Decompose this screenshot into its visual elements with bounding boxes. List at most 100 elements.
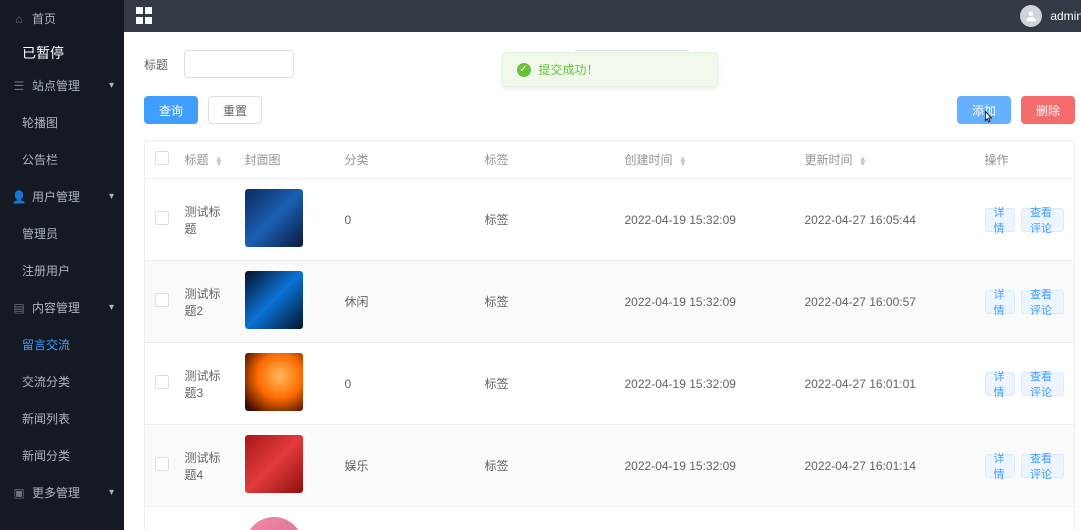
th-title[interactable]: 标题 ▲▼ [175, 141, 235, 179]
cell-created: 2022-04-27 16:06:14 [615, 507, 795, 530]
check-icon: ✓ [517, 63, 531, 77]
toast-text: 提交成功！ [539, 61, 599, 78]
home-icon: ⌂ [12, 12, 26, 26]
chevron-down-icon: ▾ [109, 302, 114, 313]
cell-created: 2022-04-19 15:32:09 [615, 261, 795, 343]
news-category-label: 新闻分类 [22, 447, 70, 464]
sidebar-item-more-mgmt[interactable]: ▣ 更多管理 ▾ [0, 474, 124, 511]
table-row: 测试标题4娱乐标签2022-04-19 15:32:092022-04-27 1… [145, 425, 1075, 507]
detail-button[interactable]: 详情 [985, 290, 1016, 314]
avatar[interactable] [1020, 5, 1042, 27]
reset-button[interactable]: 重置 [208, 96, 262, 124]
cell-updated: 2022-04-27 16:06:14 [795, 507, 975, 530]
menu-grid-icon[interactable] [136, 7, 154, 25]
sidebar-item-content-mgmt[interactable]: ▤ 内容管理 ▾ [0, 289, 124, 326]
row-checkbox[interactable] [155, 293, 169, 307]
search-button[interactable]: 查询 [144, 96, 198, 124]
admins-label: 管理员 [22, 225, 58, 242]
cell-title: 测试标题 [175, 179, 235, 261]
sort-caret-icon: ▲▼ [859, 156, 867, 166]
exchange-category-label: 交流分类 [22, 373, 70, 390]
data-table: 标题 ▲▼ 封面图 分类 标签 创建时间 ▲▼ 更新时间 ▲▼ [144, 140, 1075, 530]
content-mgmt-label: 内容管理 [32, 299, 80, 316]
detail-button[interactable]: 详情 [985, 454, 1016, 478]
table-row: 新闻交流开心sd安抚十大2022-04-27 16:06:142022-04-2… [145, 507, 1075, 530]
comments-button[interactable]: 查看评论 [1021, 372, 1064, 396]
cell-title: 测试标题3 [175, 343, 235, 425]
table-header-row: 标题 ▲▼ 封面图 分类 标签 创建时间 ▲▼ 更新时间 ▲▼ [145, 141, 1075, 179]
detail-button[interactable]: 详情 [985, 372, 1016, 396]
sidebar-item-news-category[interactable]: 新闻分类 [0, 437, 124, 474]
add-button[interactable]: 添加 [957, 96, 1011, 124]
sidebar-item-carousel[interactable]: 轮播图 [0, 104, 124, 141]
bulletin-label: 公告栏 [22, 151, 58, 168]
cell-category: 0 [335, 343, 475, 425]
comments-button[interactable]: 查看评论 [1021, 208, 1064, 232]
more-icon: ▣ [12, 486, 26, 500]
sidebar-home-label: 首页 [32, 10, 56, 27]
cell-tag: 标签 [475, 343, 615, 425]
th-tag: 标签 [475, 141, 615, 179]
cell-tag: sd安抚十大 [475, 507, 615, 530]
sidebar-item-news-list[interactable]: 新闻列表 [0, 400, 124, 437]
detail-button[interactable]: 详情 [985, 208, 1016, 232]
user-icon: 👤 [12, 190, 26, 204]
toast-success: ✓ 提交成功！ [502, 52, 718, 87]
row-checkbox[interactable] [155, 211, 169, 225]
cell-tag: 标签 [475, 179, 615, 261]
comments-button[interactable]: 查看评论 [1021, 454, 1064, 478]
cover-thumbnail [245, 353, 303, 411]
cover-thumbnail [245, 189, 303, 247]
doc-icon: ▤ [12, 301, 26, 315]
table-row: 测试标题 0标签2022-04-19 15:32:092022-04-27 16:… [145, 179, 1075, 261]
chevron-down-icon: ▾ [109, 80, 114, 91]
cell-created: 2022-04-19 15:32:09 [615, 179, 795, 261]
cell-updated: 2022-04-27 16:01:01 [795, 343, 975, 425]
th-ops: 操作 [975, 141, 1075, 179]
site-mgmt-label: 站点管理 [32, 77, 80, 94]
sidebar-item-site-mgmt[interactable]: ☰ 站点管理 ▾ [0, 67, 124, 104]
th-created[interactable]: 创建时间 ▲▼ [615, 141, 795, 179]
cell-title: 测试标题2 [175, 261, 235, 343]
cell-updated: 2022-04-27 16:05:44 [795, 179, 975, 261]
filter-title-label: 标题 [144, 56, 168, 73]
actions-row: 查询 重置 添加 删除 [144, 96, 1075, 124]
th-updated[interactable]: 更新时间 ▲▼ [795, 141, 975, 179]
message-exchange-label: 留言交流 [22, 336, 70, 353]
cell-updated: 2022-04-27 16:00:57 [795, 261, 975, 343]
filter-title-input[interactable] [184, 50, 294, 78]
th-category: 分类 [335, 141, 475, 179]
cell-tag: 标签 [475, 425, 615, 507]
carousel-label: 轮播图 [22, 114, 58, 131]
sidebar-item-reg-users[interactable]: 注册用户 [0, 252, 124, 289]
cell-tag: 标签 [475, 261, 615, 343]
sort-caret-icon: ▲▼ [215, 156, 223, 166]
sidebar: ⌂ 首页 已暂停 ☰ 站点管理 ▾ 轮播图 公告栏 👤 用户管理 ▾ 管理员 注… [0, 0, 124, 530]
cell-title: 测试标题4 [175, 425, 235, 507]
sidebar-item-home[interactable]: ⌂ 首页 [0, 0, 124, 37]
reg-users-label: 注册用户 [22, 262, 70, 279]
content: ✓ 提交成功！ 标题 分类 请选择 ▾ 查询 重置 [124, 32, 1081, 530]
topbar: admin [124, 0, 1081, 32]
sidebar-item-message-exchange[interactable]: 留言交流 [0, 326, 124, 363]
sidebar-item-exchange-category[interactable]: 交流分类 [0, 363, 124, 400]
cell-category: 开心 [335, 507, 475, 530]
sidebar-item-user-mgmt[interactable]: 👤 用户管理 ▾ [0, 178, 124, 215]
cell-updated: 2022-04-27 16:01:14 [795, 425, 975, 507]
delete-button[interactable]: 删除 [1021, 96, 1075, 124]
cover-thumbnail [245, 271, 303, 329]
user-name: admin [1050, 9, 1081, 23]
chevron-down-icon: ▾ [109, 487, 114, 498]
table-row: 测试标题2休闲标签2022-04-19 15:32:092022-04-27 1… [145, 261, 1075, 343]
select-all-checkbox[interactable] [155, 151, 169, 165]
sidebar-item-admins[interactable]: 管理员 [0, 215, 124, 252]
gear-icon: ☰ [12, 79, 26, 93]
row-checkbox[interactable] [155, 375, 169, 389]
sidebar-suspend-label: 已暂停 [0, 37, 124, 67]
row-checkbox[interactable] [155, 457, 169, 471]
cell-category: 0 [335, 179, 475, 261]
cell-category: 娱乐 [335, 425, 475, 507]
comments-button[interactable]: 查看评论 [1021, 290, 1064, 314]
more-mgmt-label: 更多管理 [32, 484, 80, 501]
sidebar-item-bulletin[interactable]: 公告栏 [0, 141, 124, 178]
